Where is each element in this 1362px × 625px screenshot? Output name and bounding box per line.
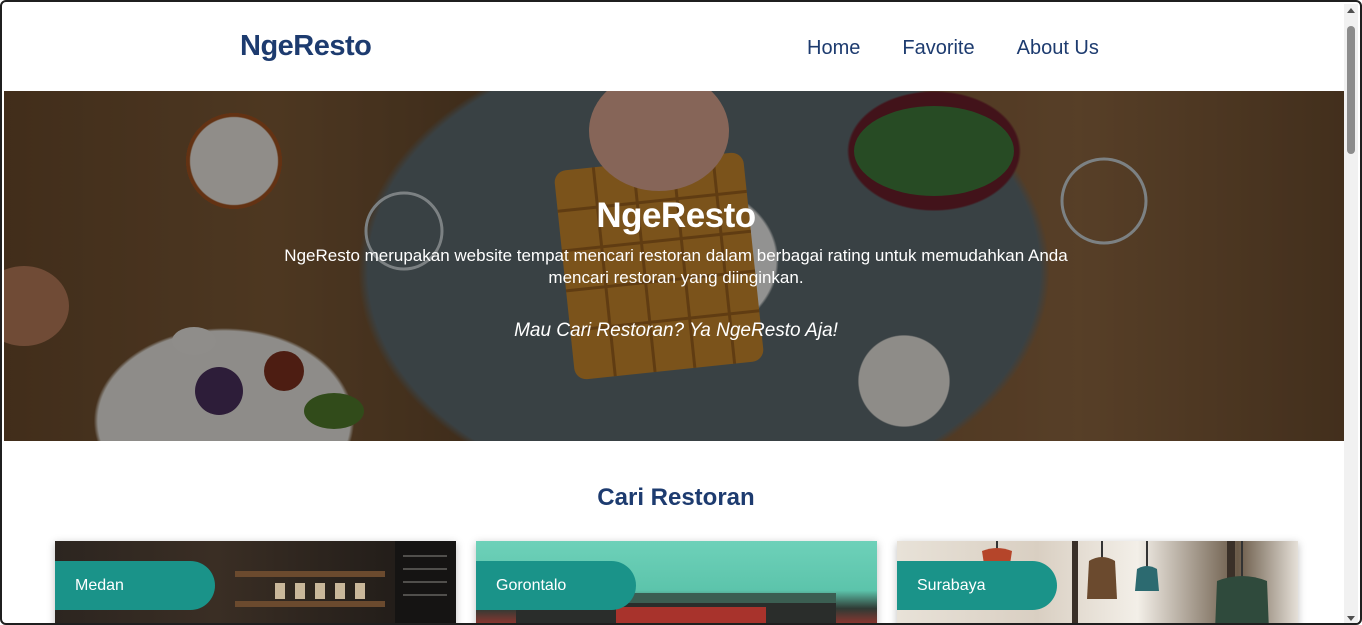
scroll-down-icon[interactable]	[1347, 616, 1355, 621]
site-header: NgeResto Home Favorite About Us	[4, 4, 1348, 91]
page: NgeResto Home Favorite About Us NgeResto…	[4, 4, 1348, 623]
hero-description: NgeResto merupakan website tempat mencar…	[284, 246, 1068, 287]
hero-tagline: Mau Cari Restoran? Ya NgeResto Aja!	[514, 320, 838, 341]
restaurant-card-gorontalo[interactable]: Gorontalo	[476, 541, 877, 623]
nav-link-about-us[interactable]: About Us	[1017, 37, 1099, 60]
city-badge: Surabaya	[897, 561, 1057, 610]
section-title: Cari Restoran	[597, 484, 755, 511]
restaurant-list: Medan Gorontalo Surabaya	[55, 541, 1299, 623]
restaurant-card-medan[interactable]: Medan	[55, 541, 456, 623]
city-badge: Medan	[55, 561, 215, 610]
nav-link-favorite[interactable]: Favorite	[902, 37, 974, 60]
scrollbar-thumb[interactable]	[1347, 26, 1355, 154]
site-logo[interactable]: NgeResto	[240, 30, 372, 63]
vertical-scrollbar[interactable]	[1344, 4, 1358, 623]
hero-title: NgeResto	[596, 196, 756, 235]
restaurant-card-surabaya[interactable]: Surabaya	[897, 541, 1298, 623]
scroll-up-icon[interactable]	[1347, 8, 1355, 13]
city-badge: Gorontalo	[476, 561, 636, 610]
nav-link-home[interactable]: Home	[807, 37, 860, 60]
main-nav: Home Favorite About Us	[807, 37, 1141, 60]
browser-window: NgeResto Home Favorite About Us NgeResto…	[0, 0, 1362, 625]
hero-banner: NgeResto NgeResto merupakan website temp…	[4, 91, 1348, 441]
